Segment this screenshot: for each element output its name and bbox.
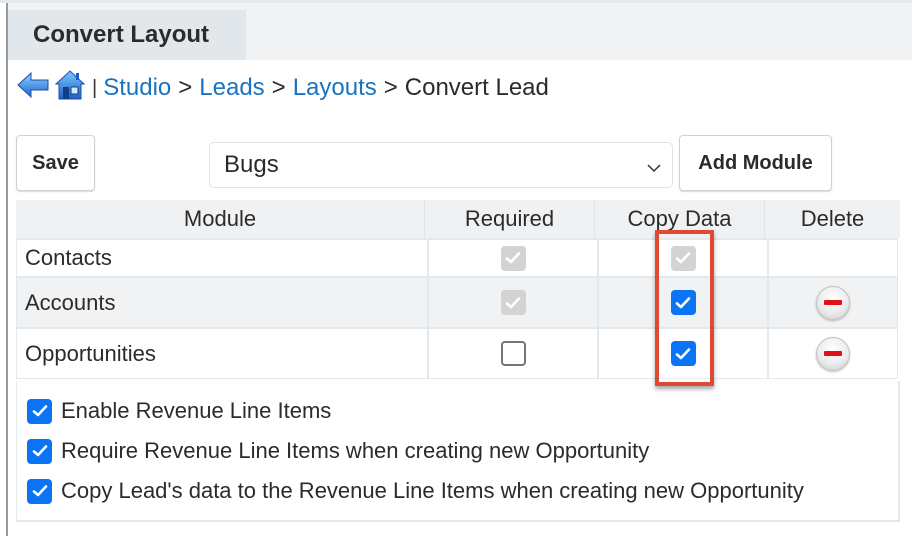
table-row: Opportunities <box>17 327 897 378</box>
breadcrumb-separator: > <box>178 74 193 101</box>
breadcrumb-current: Convert Lead <box>404 74 549 101</box>
required-cell <box>429 329 599 378</box>
tab-label: Convert Layout <box>33 21 210 48</box>
copy-lead-data-checkbox[interactable] <box>27 478 52 504</box>
copy-data-checkbox[interactable] <box>670 290 696 315</box>
header-delete: Delete <box>800 206 865 231</box>
remove-module-icon[interactable] <box>816 285 850 320</box>
remove-module-icon[interactable] <box>816 336 850 371</box>
copy-data-cell <box>599 240 769 276</box>
breadcrumb-pipe: | <box>92 76 98 99</box>
table-row: Contacts <box>17 238 897 276</box>
breadcrumb-layouts-link[interactable]: Layouts <box>293 74 377 102</box>
module-name: Accounts <box>17 278 429 327</box>
require-rli-checkbox[interactable] <box>27 438 52 464</box>
copy-lead-data-label: Copy Lead's data to the Revenue Line Ite… <box>61 478 804 503</box>
breadcrumb-separator: > <box>271 74 286 101</box>
table-row: Accounts <box>17 276 897 327</box>
copy-data-checkbox <box>670 245 696 271</box>
breadcrumb: | Studio > Leads > Layouts > Convert Lea… <box>16 68 549 108</box>
copy-data-checkbox[interactable] <box>670 341 696 366</box>
enable-rli-label: Enable Revenue Line Items <box>61 398 332 423</box>
add-module-button[interactable]: Add Module <box>679 135 832 191</box>
required-cell <box>429 278 599 327</box>
delete-cell <box>769 278 897 327</box>
require-rli-label: Require Revenue Line Items when creating… <box>61 438 650 463</box>
home-icon[interactable] <box>54 69 86 108</box>
breadcrumb-leads-link[interactable]: Leads <box>199 74 264 102</box>
breadcrumb-separator: > <box>383 74 398 101</box>
modules-table: Module Required Copy Data Delete Contact… <box>16 200 900 379</box>
copy-data-cell <box>599 329 769 378</box>
required-checkbox <box>500 290 526 315</box>
back-arrow-icon[interactable] <box>16 70 50 107</box>
enable-rli-option[interactable]: Enable Revenue Line Items <box>27 398 331 424</box>
chevron-down-icon <box>646 155 662 183</box>
header-required: Required <box>425 200 595 238</box>
tab-convert-layout[interactable]: Convert Layout <box>8 10 246 60</box>
delete-cell <box>769 240 897 276</box>
require-rli-option[interactable]: Require Revenue Line Items when creating… <box>27 438 649 464</box>
left-border <box>6 3 8 536</box>
copy-data-cell <box>599 278 769 327</box>
table-body: Contacts Accounts Opportunities <box>16 238 898 379</box>
header-module: Module <box>16 200 425 238</box>
revenue-line-item-options: Enable Revenue Line Items Require Revenu… <box>16 381 900 522</box>
module-name: Opportunities <box>17 329 429 378</box>
required-checkbox <box>500 245 526 271</box>
breadcrumb-studio-link[interactable]: Studio <box>103 74 171 102</box>
module-select[interactable]: Bugs <box>209 142 673 188</box>
module-select-value: Bugs <box>224 151 279 178</box>
copy-lead-data-option[interactable]: Copy Lead's data to the Revenue Line Ite… <box>27 478 804 504</box>
module-name: Contacts <box>17 240 429 276</box>
enable-rli-checkbox[interactable] <box>27 398 52 424</box>
required-cell <box>429 240 599 276</box>
required-checkbox[interactable] <box>500 341 526 366</box>
header-copy-data: Copy Data <box>595 200 765 238</box>
delete-cell <box>769 329 897 378</box>
save-button[interactable]: Save <box>16 135 95 191</box>
table-header: Module Required Copy Data Delete <box>16 200 900 238</box>
